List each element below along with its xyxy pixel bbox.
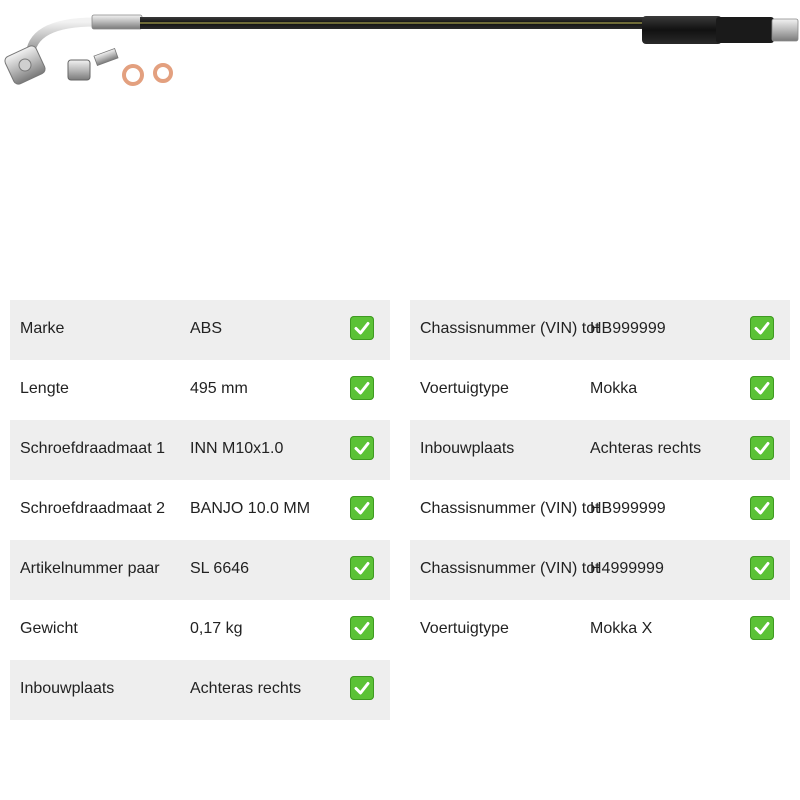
spec-label: Inbouwplaats <box>420 440 515 457</box>
table-row: Chassisnummer (VIN) tot HB999999 <box>410 300 790 360</box>
table-row: Voertuigtype Mokka <box>410 360 790 420</box>
spec-value: HB999999 <box>590 500 666 517</box>
check-mark-icon <box>350 376 374 400</box>
check-mark-icon <box>350 676 374 700</box>
spec-value: HB999999 <box>590 320 666 337</box>
check-mark-icon <box>350 556 374 580</box>
spec-label: Marke <box>20 320 65 337</box>
check-mark-icon <box>750 556 774 580</box>
spec-value: H4999999 <box>590 560 664 577</box>
check-mark-icon <box>750 616 774 640</box>
check-mark-icon <box>350 316 374 340</box>
check-mark-icon <box>750 436 774 460</box>
spec-label: Lengte <box>20 380 69 397</box>
check-mark-icon <box>350 616 374 640</box>
check-mark-icon <box>750 376 774 400</box>
table-row: Marke ABS <box>10 300 390 360</box>
spec-value: SL 6646 <box>190 560 250 577</box>
spec-label: Voertuigtype <box>420 620 509 637</box>
spec-label: Inbouwplaats <box>20 680 115 697</box>
check-mark-icon <box>750 496 774 520</box>
spec-label: Schroefdraadmaat 1 <box>20 440 165 457</box>
spec-label: Chassisnummer (VIN) tot <box>420 500 600 517</box>
spec-value: 495 mm <box>190 380 248 397</box>
table-row: Inbouwplaats Achteras rechts <box>10 660 390 720</box>
table-row: Schroefdraadmaat 1 INN M10x1.0 <box>10 420 390 480</box>
banjo-bolt <box>67 48 119 81</box>
table-row: Artikelnummer paar SL 6646 <box>10 540 390 600</box>
spec-value: Mokka X <box>590 620 653 637</box>
spec-value: Mokka <box>590 380 638 397</box>
check-mark-icon <box>350 496 374 520</box>
table-row: Schroefdraadmaat 2 BANJO 10.0 MM <box>10 480 390 540</box>
spec-value: BANJO 10.0 MM <box>190 500 311 517</box>
table-row: Voertuigtype Mokka X <box>410 600 790 660</box>
table-row: Chassisnummer (VIN) tot HB999999 <box>410 480 790 540</box>
copper-washers <box>122 63 173 86</box>
spec-value: ABS <box>190 320 223 337</box>
table-row: Inbouwplaats Achteras rechts <box>410 420 790 480</box>
table-row: Gewicht 0,17 kg <box>10 600 390 660</box>
spec-value: INN M10x1.0 <box>190 440 284 457</box>
spec-label: Schroefdraadmaat 2 <box>20 500 165 517</box>
table-row: Chassisnummer (VIN) tot H4999999 <box>410 540 790 600</box>
check-mark-icon <box>350 436 374 460</box>
spec-label: Voertuigtype <box>420 380 509 397</box>
spec-value: Achteras rechts <box>190 680 302 697</box>
spec-label: Chassisnummer (VIN) tot <box>420 560 600 577</box>
table-row: Lengte 495 mm <box>10 360 390 420</box>
check-mark-icon <box>750 316 774 340</box>
product-image <box>4 14 799 86</box>
spec-value: Achteras rechts <box>590 440 702 457</box>
spec-table-left: Marke ABS Lengte 495 mm Schroefdraadmaat… <box>10 300 390 720</box>
spec-label: Chassisnummer (VIN) tot <box>420 320 600 337</box>
spec-label: Artikelnummer paar <box>20 560 160 577</box>
spec-value: 0,17 kg <box>190 620 243 637</box>
brake-hose <box>140 16 799 44</box>
spec-label: Gewicht <box>20 620 78 637</box>
spec-table-right: Chassisnummer (VIN) tot HB999999 Voertui… <box>410 300 790 660</box>
